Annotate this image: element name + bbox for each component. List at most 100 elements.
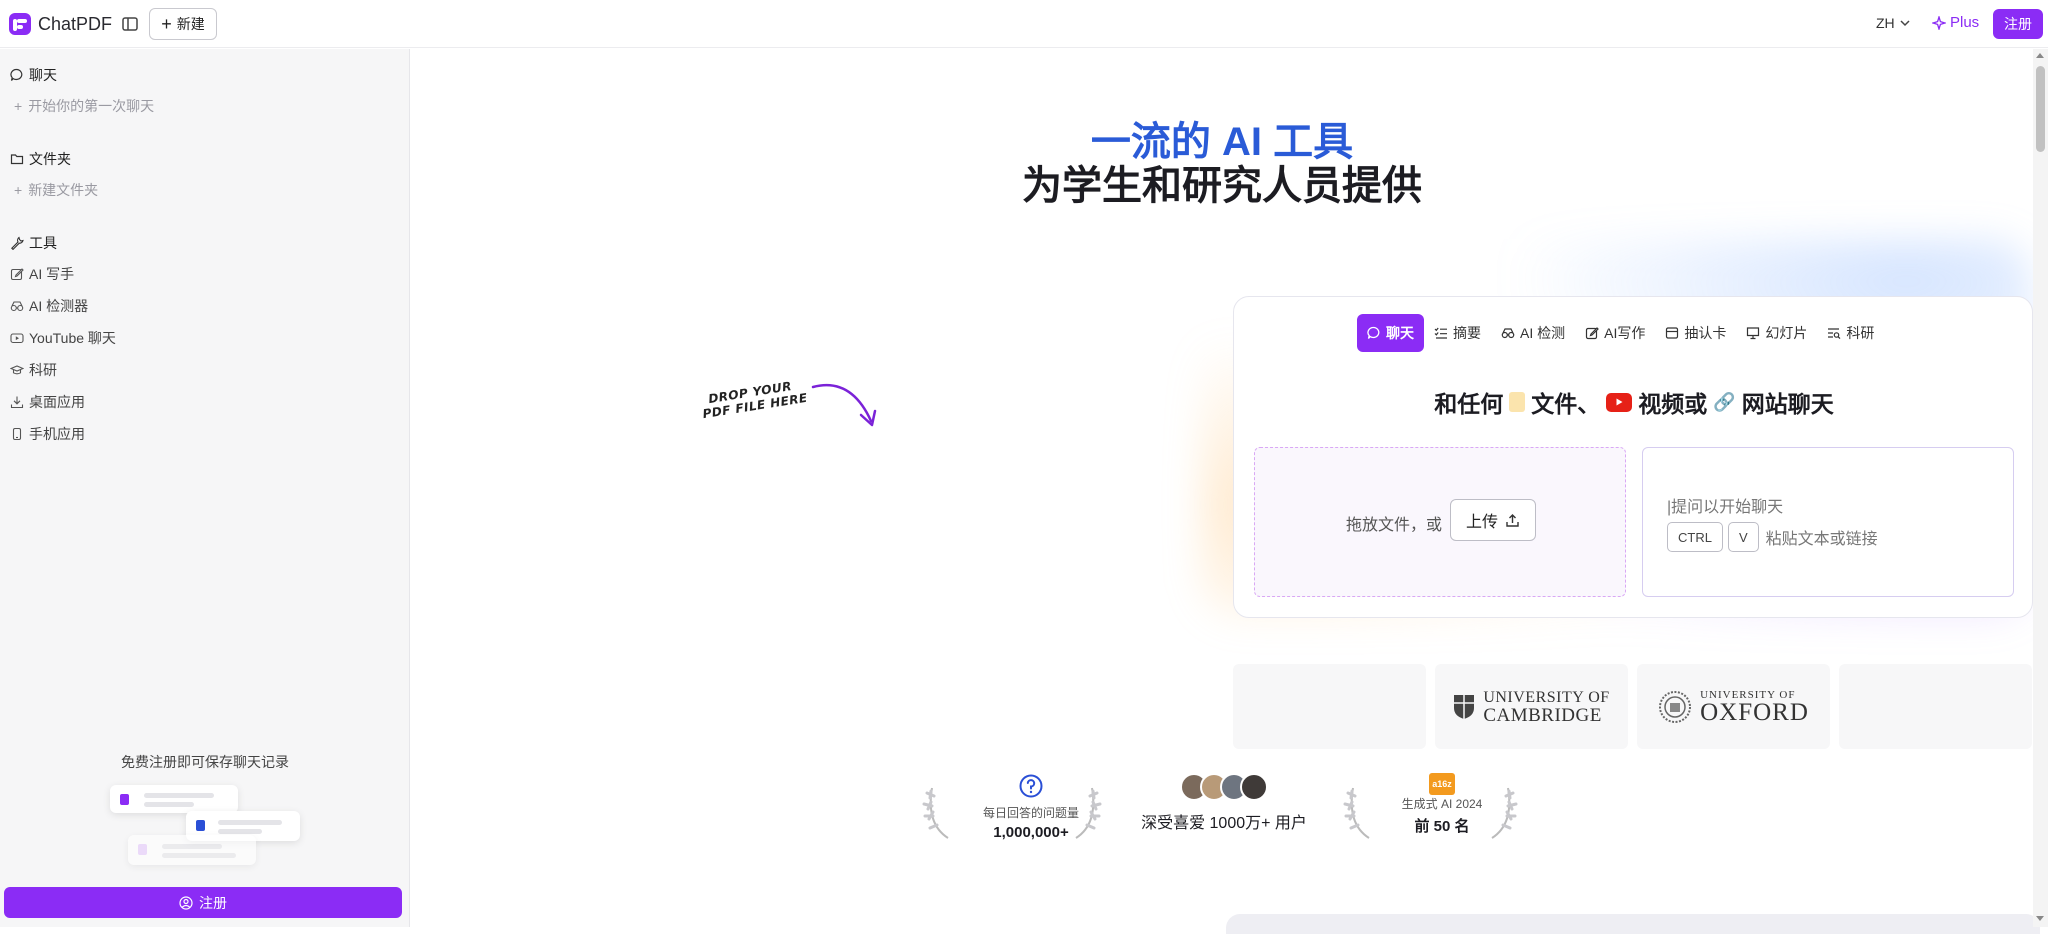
stat2-text: 深受喜爱 1000万+ 用户: [1141, 815, 1307, 832]
panel-headline: 和任何 文件、 视频或 🔗 网站聊天: [1234, 385, 2034, 419]
sparkle-icon: [1932, 15, 1946, 30]
new-chat-label: 新建: [176, 16, 205, 32]
laurel-right-icon: [1491, 787, 1518, 839]
oxford-line2: OXFORD: [1700, 698, 1809, 726]
sidebar-item-label: AI 写手: [29, 266, 75, 282]
chat-input-box[interactable]: |提问以开始聊天 CTRL V 粘贴文本或链接: [1642, 447, 2014, 597]
university-logos: UNIVERSITY OF CAMBRIDGE UNIVERSITY OF OX…: [1233, 664, 2032, 749]
chat-bubble-icon: [1367, 326, 1380, 339]
tab-ai-detect[interactable]: AI 检测: [1491, 314, 1575, 352]
cambridge-shield-icon: [1454, 694, 1475, 719]
upload-label: 上传: [1465, 514, 1498, 531]
save-history-prompt: 免费注册即可保存聊天记录: [121, 754, 289, 770]
cambridge-line1: UNIVERSITY OF: [1483, 688, 1610, 706]
folder-section-title: 文件夹: [29, 151, 71, 167]
illustration-card: [110, 785, 238, 813]
wrench-icon: [11, 236, 24, 250]
tab-summary[interactable]: 摘要: [1424, 314, 1491, 352]
sidebar-item-label: 桌面应用: [29, 394, 85, 410]
tab-slides[interactable]: 幻灯片: [1736, 314, 1817, 352]
upload-button[interactable]: 上传: [1450, 499, 1536, 541]
next-section-edge: [1226, 914, 2040, 934]
sidebar: 聊天 + 开始你的第一次聊天 文件夹 + 新建文件夹 工具 AI 写手 AI 检: [0, 49, 410, 927]
sidebar-item-ai-detector[interactable]: AI 检测器: [10, 296, 88, 316]
new-folder-label: 新建文件夹: [28, 182, 99, 198]
start-first-chat-link[interactable]: + 开始你的第一次聊天: [14, 96, 154, 116]
tab-label: 聊天: [1386, 325, 1414, 341]
chevron-down-icon: [1900, 20, 1910, 27]
chat-bubble-icon: [10, 68, 23, 81]
glasses-icon: [1501, 328, 1515, 339]
upload-icon: [1506, 513, 1519, 527]
signup-button-top[interactable]: 注册: [1993, 9, 2043, 39]
signup-button-sidebar[interactable]: 注册: [4, 887, 402, 918]
sidebar-toggle-icon[interactable]: [120, 14, 140, 34]
youtube-icon: [10, 333, 24, 344]
sidebar-item-label: AI 检测器: [29, 298, 89, 314]
tab-label: 幻灯片: [1765, 325, 1808, 341]
laurel-left-icon: [1343, 787, 1370, 839]
oxford-logo: UNIVERSITY OF OXFORD: [1637, 664, 1830, 749]
plus-label: Plus: [1950, 14, 1980, 31]
chat-history-illustration: [108, 785, 308, 895]
scroll-down-icon[interactable]: [2036, 916, 2044, 921]
page-scrollbar[interactable]: [2033, 49, 2048, 927]
text-search-icon: [1828, 328, 1841, 340]
tab-flashcards[interactable]: 抽认卡: [1655, 314, 1736, 352]
logo-slot-empty: [1839, 664, 2032, 749]
edit-icon: [1586, 327, 1599, 340]
tab-research[interactable]: 科研: [1817, 314, 1884, 352]
sidebar-section-chat[interactable]: 聊天: [10, 65, 57, 85]
sidebar-item-desktop-app[interactable]: 桌面应用: [10, 392, 85, 412]
tab-label: 科研: [1846, 325, 1875, 341]
flashcard-icon: [1666, 327, 1679, 339]
file-dropzone[interactable]: 拖放文件，或 上传: [1254, 447, 1626, 597]
stat-users: 深受喜爱 1000万+ 用户: [1124, 773, 1324, 833]
smartphone-icon: [12, 427, 22, 441]
plus-link[interactable]: Plus: [1932, 14, 1979, 31]
graduation-cap-icon: [10, 365, 24, 375]
ctrl-key: CTRL: [1667, 522, 1723, 552]
cambridge-line2: CAMBRIDGE: [1483, 704, 1602, 726]
plus-icon: +: [14, 98, 23, 114]
sidebar-item-research[interactable]: 科研: [10, 360, 57, 380]
glasses-icon: [10, 301, 24, 312]
folder-icon: [10, 154, 24, 165]
language-code: ZH: [1876, 15, 1895, 31]
headline-part4: 网站聊天: [1741, 391, 1834, 417]
avatar: [1240, 773, 1268, 801]
laurel-left-icon: [922, 787, 949, 839]
logo-mark-icon: [9, 13, 31, 35]
paste-hint: CTRL V 粘贴文本或链接: [1667, 522, 1878, 552]
scroll-up-icon[interactable]: [2036, 53, 2044, 58]
new-folder-link[interactable]: + 新建文件夹: [14, 180, 98, 200]
user-avatars: [1124, 773, 1324, 801]
sidebar-item-ai-writer[interactable]: AI 写手: [10, 264, 74, 284]
language-selector[interactable]: ZH: [1876, 15, 1910, 31]
youtube-icon: [1606, 392, 1633, 412]
headline-part1: 和任何: [1434, 391, 1504, 417]
oxford-crest-icon: [1659, 690, 1692, 723]
chat-placeholder: |提问以开始聊天: [1667, 499, 1784, 516]
drop-label: 拖放文件，或: [1346, 517, 1443, 534]
edit-icon: [10, 268, 24, 281]
tab-chat[interactable]: 聊天: [1357, 314, 1424, 352]
scrollbar-thumb[interactable]: [2036, 66, 2045, 152]
top-bar: ChatPDF + 新建 ZH Plus 注册: [0, 0, 2048, 48]
drop-pdf-hand-note: DROP YOUR PDF FILE HERE: [699, 377, 809, 421]
user-circle-icon: [179, 895, 193, 910]
sidebar-item-label: YouTube 聊天: [29, 330, 116, 346]
hero-subtitle: 为学生和研究人员提供: [1022, 164, 1422, 208]
sidebar-section-folders[interactable]: 文件夹: [10, 149, 71, 169]
sidebar-item-mobile-app[interactable]: 手机应用: [10, 424, 85, 444]
v-key: V: [1727, 522, 1759, 552]
tab-label: 摘要: [1453, 325, 1481, 341]
tab-ai-writing[interactable]: AI写作: [1575, 314, 1655, 352]
new-chat-button[interactable]: + 新建: [149, 8, 217, 40]
sidebar-item-youtube-chat[interactable]: YouTube 聊天: [10, 328, 116, 348]
question-circle-icon: [1019, 774, 1043, 798]
sidebar-item-label: 手机应用: [29, 426, 85, 442]
start-first-chat-label: 开始你的第一次聊天: [28, 98, 155, 114]
chatpdf-logo[interactable]: ChatPDF: [8, 12, 112, 36]
illustration-card: [128, 835, 256, 865]
